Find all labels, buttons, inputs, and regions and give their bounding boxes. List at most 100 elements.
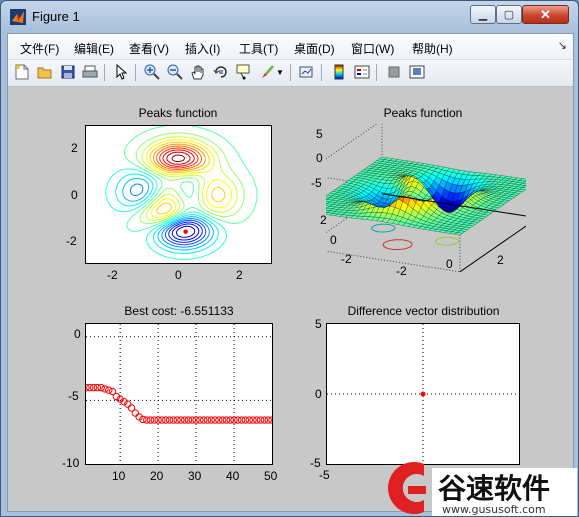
menu-file[interactable]: 文件(F) (20, 40, 59, 57)
diff-plot-title: Difference vector distribution (347, 304, 500, 318)
surface-z-tick: -5 (311, 176, 322, 190)
data-cursor-icon[interactable] (235, 63, 253, 81)
gususoft-watermark-logo: 谷速软件 www.gususoft.com (388, 462, 577, 516)
optimum-marker (183, 229, 188, 234)
surface-y-tick: -2 (341, 252, 352, 266)
contour-line (166, 151, 191, 165)
window-title: Figure 1 (32, 9, 80, 24)
brush-icon[interactable] (258, 63, 276, 81)
menu-desktop[interactable]: 桌面(D) (294, 40, 335, 57)
contour-line (159, 147, 199, 169)
contour-plot-axes[interactable] (85, 125, 272, 264)
save-icon[interactable] (59, 63, 77, 81)
floor-contour-line (434, 236, 460, 246)
contour-line (171, 154, 186, 163)
diff-point (420, 391, 426, 397)
matlab-logo-icon (10, 9, 26, 25)
menu-tools[interactable]: 工具(T) (239, 40, 278, 57)
surface-y-tick: 0 (330, 233, 337, 247)
minimize-icon: ▁ (478, 9, 488, 21)
pan-hand-icon[interactable] (189, 63, 207, 81)
cost-x-tick: 40 (226, 469, 240, 483)
close-icon: ✕ (540, 6, 551, 22)
contour-plot-title: Peaks function (138, 106, 218, 120)
menu-help[interactable]: 帮助(H) (412, 40, 453, 57)
surface-x-tick: 0 (446, 257, 453, 271)
cost-y-tick: -5 (68, 389, 79, 403)
contour-y-tick: 0 (71, 188, 78, 202)
toolbar-separator (290, 64, 291, 81)
diff-x-tick: -5 (319, 468, 330, 482)
colorbar-icon[interactable] (330, 63, 348, 81)
cost-x-tick: 50 (264, 469, 278, 483)
surface-x-tick: -2 (396, 264, 407, 278)
surface-x-tick: 2 (497, 253, 504, 267)
contour-line (141, 136, 238, 221)
cost-x-tick: 20 (150, 469, 164, 483)
rotate-3d-icon[interactable] (212, 63, 230, 81)
cost-x-tick: 10 (112, 469, 126, 483)
cost-point (101, 385, 109, 393)
show-plot-tools-icon[interactable] (408, 63, 426, 81)
hide-plot-tools-icon[interactable] (385, 63, 403, 81)
contour-x-tick: -2 (107, 268, 118, 282)
title-bar[interactable]: Figure 1 ▁ ▢ ✕ (1, 1, 578, 33)
menu-window[interactable]: 窗口(W) (351, 40, 394, 57)
legend-icon[interactable] (353, 63, 371, 81)
zoom-out-icon[interactable] (166, 63, 184, 81)
svg-text:谷速软件: 谷速软件 (438, 472, 550, 505)
cost-y-tick: -10 (62, 456, 80, 470)
dock-arrow-icon[interactable]: ↘ (558, 39, 567, 52)
contour-y-tick: -2 (66, 234, 77, 248)
link-plot-icon[interactable] (298, 63, 316, 81)
cost-plot-title: Best cost: -6.551133 (124, 304, 234, 318)
select-arrow-icon[interactable] (112, 63, 130, 81)
surface-z-tick: 5 (316, 127, 323, 141)
figure-toolbar: ▼ (8, 60, 573, 87)
toolbar-separator (321, 64, 322, 81)
diff-plot-axes[interactable] (326, 323, 520, 465)
open-file-icon[interactable] (36, 63, 54, 81)
cost-x-tick: 30 (188, 469, 202, 483)
diff-y-tick: 0 (315, 387, 322, 401)
menu-edit[interactable]: 编辑(E) (74, 40, 114, 57)
figure-window: Figure 1 ▁ ▢ ✕ 文件(F) 编辑(E) 查看(V) 插入(I) 工… (0, 0, 579, 517)
surface-z-tick: 0 (316, 151, 323, 165)
contour-x-tick: 0 (175, 268, 182, 282)
menu-view[interactable]: 查看(V) (129, 40, 169, 57)
floor-contour-line (371, 223, 396, 233)
diff-plot-canvas (327, 324, 519, 464)
cost-plot-axes[interactable] (82, 323, 276, 465)
contour-x-tick: 2 (236, 268, 243, 282)
minimize-button[interactable]: ▁ (470, 5, 496, 24)
zoom-in-icon[interactable] (143, 63, 161, 81)
cost-y-tick: 0 (74, 327, 81, 341)
close-button[interactable]: ✕ (522, 5, 569, 24)
contour-line (122, 177, 214, 251)
maximize-icon: ▢ (503, 9, 515, 21)
surface-plot-axes[interactable] (326, 124, 526, 274)
cost-point (97, 383, 105, 392)
print-icon[interactable] (81, 63, 99, 81)
figure-plot-area: Peaks function 2 0 -2 -2 0 2 Peaks funct… (8, 87, 573, 511)
maximize-button[interactable]: ▢ (496, 5, 522, 24)
surface-y-tick: 2 (320, 213, 327, 227)
cost-point (105, 386, 113, 394)
svg-text:www.gususoft.com: www.gususoft.com (442, 503, 546, 516)
cost-plot-canvas (82, 324, 276, 464)
new-figure-icon[interactable] (13, 63, 31, 81)
contour-line (124, 125, 258, 232)
toolbar-separator (135, 64, 136, 81)
figure-client: 文件(F) 编辑(E) 查看(V) 插入(I) 工具(T) 桌面(D) 窗口(W… (7, 33, 574, 512)
diff-y-tick: 5 (315, 317, 322, 331)
menu-bar: 文件(F) 编辑(E) 查看(V) 插入(I) 工具(T) 桌面(D) 窗口(W… (8, 34, 573, 60)
menu-insert[interactable]: 插入(I) (185, 40, 220, 57)
toolbar-separator (376, 64, 377, 81)
brush-dropdown-icon[interactable]: ▼ (275, 63, 285, 81)
floor-contour-line (382, 239, 413, 250)
surface-plot-title: Peaks function (383, 106, 463, 120)
contour-y-tick: 2 (71, 141, 78, 155)
toolbar-separator (104, 64, 105, 81)
cost-point (131, 409, 140, 417)
contour-plot-canvas (105, 125, 258, 260)
